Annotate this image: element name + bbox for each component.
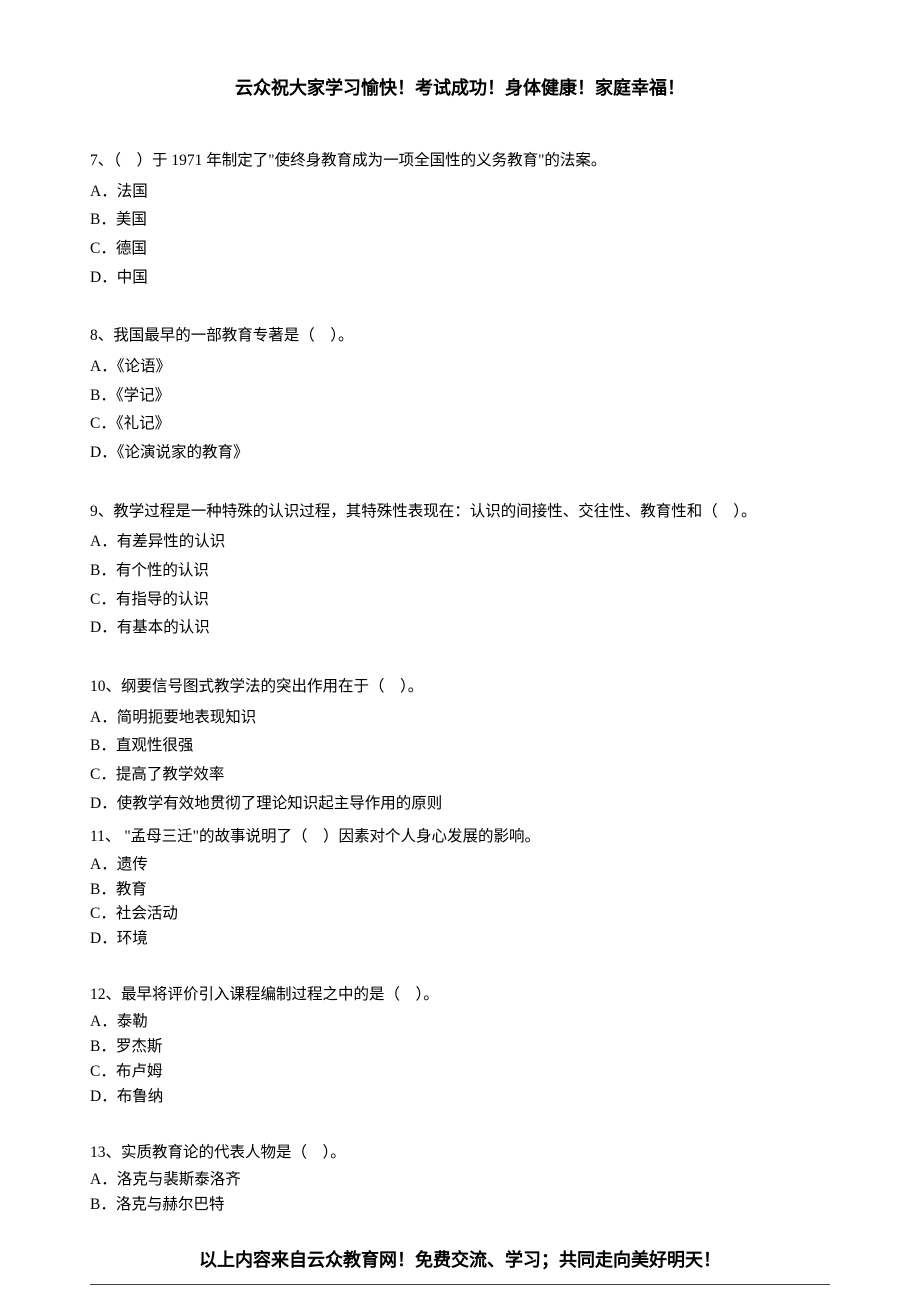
- option-b: B．直观性很强: [90, 732, 830, 761]
- question-text: "孟母三迁"的故事说明了（ ）因素对个人身心发展的影响。: [120, 828, 540, 845]
- page-header: 云众祝大家学习愉快！考试成功！身体健康！家庭幸福！: [90, 75, 830, 102]
- option-b: B．美国: [90, 206, 830, 235]
- question-text: 纲要信号图式教学法的突出作用在于（ ）。: [121, 678, 423, 695]
- option-a: A．洛克与裴斯泰洛齐: [90, 1168, 830, 1193]
- option-c: C．有指导的认识: [90, 586, 830, 615]
- option-b: B．罗杰斯: [90, 1035, 830, 1060]
- option-d: D．有基本的认识: [90, 614, 830, 643]
- option-a: A．法国: [90, 178, 830, 207]
- option-c: C．布卢姆: [90, 1060, 830, 1085]
- option-b: B．《学记》: [90, 382, 830, 411]
- question-number: 9、: [90, 503, 113, 520]
- option-d: D．使教学有效地贯彻了理论知识起主导作用的原则: [90, 790, 830, 819]
- option-d: D．《论演说家的教育》: [90, 439, 830, 468]
- question-11: 11、 "孟母三迁"的故事说明了（ ）因素对个人身心发展的影响。 A．遗传 B．…: [90, 824, 830, 952]
- question-text: 实质教育论的代表人物是（ ）。: [121, 1144, 346, 1161]
- question-text: 我国最早的一部教育专著是（ ）。: [113, 327, 353, 344]
- question-stem: 12、最早将评价引入课程编制过程之中的是（ ）。: [90, 982, 830, 1008]
- question-text: 最早将评价引入课程编制过程之中的是（ ）。: [121, 986, 439, 1003]
- option-b: B．教育: [90, 878, 830, 903]
- question-number: 7、: [90, 152, 113, 169]
- question-stem: 13、实质教育论的代表人物是（ ）。: [90, 1140, 830, 1166]
- question-stem: 8、我国最早的一部教育专著是（ ）。: [90, 322, 830, 351]
- option-a: A．简明扼要地表现知识: [90, 704, 830, 733]
- question-13: 13、实质教育论的代表人物是（ ）。 A．洛克与裴斯泰洛齐 B．洛克与赫尔巴特: [90, 1140, 830, 1218]
- question-number: 10、: [90, 678, 121, 695]
- question-9: 9、教学过程是一种特殊的认识过程，其特殊性表现在：认识的间接性、交往性、教育性和…: [90, 498, 830, 643]
- page-footer: 以上内容来自云众教育网！免费交流、学习；共同走向美好明天！: [90, 1247, 830, 1274]
- footer-divider: [90, 1284, 830, 1285]
- option-b: B．有个性的认识: [90, 557, 830, 586]
- option-b: B．洛克与赫尔巴特: [90, 1193, 830, 1218]
- option-c: C．德国: [90, 235, 830, 264]
- question-stem: 11、 "孟母三迁"的故事说明了（ ）因素对个人身心发展的影响。: [90, 824, 830, 850]
- option-c: C．《礼记》: [90, 410, 830, 439]
- question-number: 8、: [90, 327, 113, 344]
- option-d: D．中国: [90, 264, 830, 293]
- question-stem: 10、纲要信号图式教学法的突出作用在于（ ）。: [90, 673, 830, 702]
- question-8: 8、我国最早的一部教育专著是（ ）。 A．《论语》 B．《学记》 C．《礼记》 …: [90, 322, 830, 467]
- option-a: A．《论语》: [90, 353, 830, 382]
- option-c: C．社会活动: [90, 902, 830, 927]
- option-c: C．提高了教学效率: [90, 761, 830, 790]
- question-number: 12、: [90, 986, 121, 1003]
- option-d: D．布鲁纳: [90, 1085, 830, 1110]
- option-a: A．遗传: [90, 853, 830, 878]
- option-d: D．环境: [90, 927, 830, 952]
- question-10: 10、纲要信号图式教学法的突出作用在于（ ）。 A．简明扼要地表现知识 B．直观…: [90, 673, 830, 818]
- question-text: 教学过程是一种特殊的认识过程，其特殊性表现在：认识的间接性、交往性、教育性和（ …: [113, 503, 756, 520]
- question-number: 11、: [90, 828, 120, 845]
- question-text: （ ）于 1971 年制定了"使终身教育成为一项全国性的义务教育"的法案。: [113, 152, 606, 169]
- question-stem: 7、（ ）于 1971 年制定了"使终身教育成为一项全国性的义务教育"的法案。: [90, 147, 830, 176]
- question-7: 7、（ ）于 1971 年制定了"使终身教育成为一项全国性的义务教育"的法案。 …: [90, 147, 830, 292]
- question-stem: 9、教学过程是一种特殊的认识过程，其特殊性表现在：认识的间接性、交往性、教育性和…: [90, 498, 830, 527]
- question-12: 12、最早将评价引入课程编制过程之中的是（ ）。 A．泰勒 B．罗杰斯 C．布卢…: [90, 982, 830, 1110]
- option-a: A．泰勒: [90, 1010, 830, 1035]
- question-number: 13、: [90, 1144, 121, 1161]
- option-a: A．有差异性的认识: [90, 528, 830, 557]
